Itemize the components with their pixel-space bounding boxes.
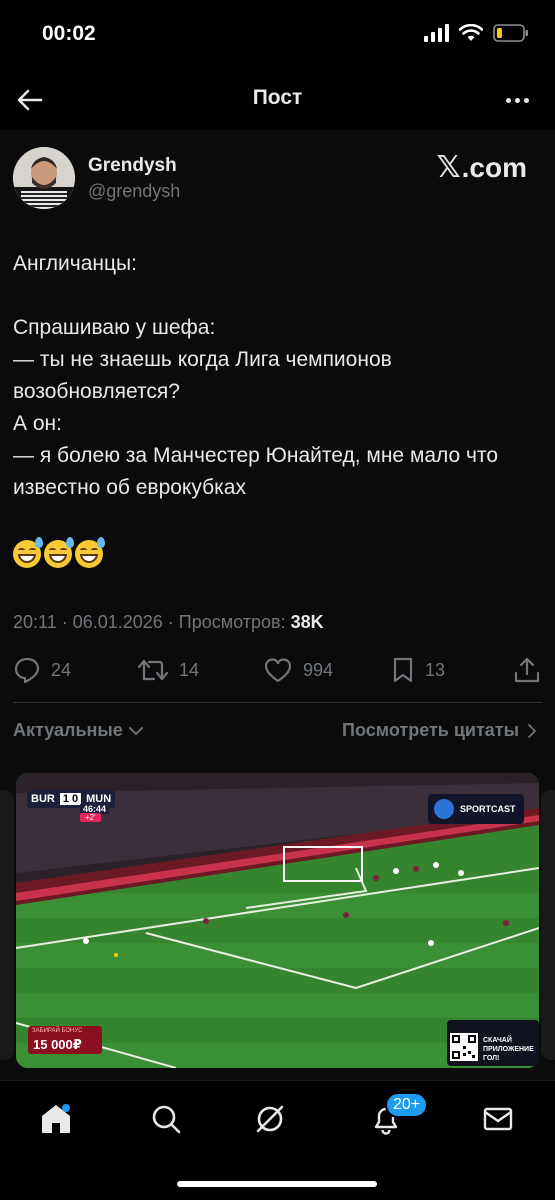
chevron-down-icon [128, 726, 143, 735]
views-count: 38K [290, 612, 324, 632]
sort-relevant-dropdown[interactable]: Актуальные [13, 720, 143, 741]
bookmark-button[interactable]: 13 [391, 656, 445, 684]
author-handle[interactable]: @grendysh [88, 181, 180, 202]
source-badge: 𝕏 .com [436, 150, 527, 185]
post-text: Англичанцы: Спрашиваю у шефа: — ты не зн… [13, 252, 499, 499]
repost-button[interactable]: 14 [137, 656, 199, 684]
status-bar: 00:02 [0, 0, 555, 70]
view-quotes-label: Посмотреть цитаты [342, 720, 519, 740]
like-button[interactable]: 994 [263, 656, 333, 684]
broadcaster-logo: SPORTCAST [428, 794, 524, 824]
added-time: +2' [80, 813, 101, 822]
like-count: 994 [303, 659, 334, 680]
repost-icon [137, 659, 169, 681]
more-dot-icon [523, 97, 529, 103]
promo-amount: 15 000₽ [33, 1037, 82, 1052]
view-quotes-link[interactable]: Посмотреть цитаты [342, 720, 537, 741]
promo-banner: ЗАБИРАЙ БОНУС 15 000₽ [28, 1026, 102, 1054]
nav-bar: Пост [0, 70, 555, 130]
cellular-signal-icon [424, 24, 449, 42]
repost-count: 14 [179, 659, 200, 680]
source-label: .com [461, 151, 527, 183]
post-meta: 20:11 · 06.01.2026 · Просмотров: 38K [13, 612, 324, 633]
notifications-badge: 20+ [385, 1092, 429, 1118]
sort-relevant-label: Актуальные [13, 720, 123, 740]
share-button[interactable] [513, 656, 541, 684]
grok-icon [256, 1105, 284, 1133]
mail-icon [483, 1107, 513, 1131]
wifi-icon [459, 24, 483, 41]
reply-edge-right [541, 790, 555, 1060]
avatar[interactable] [13, 147, 75, 209]
reply-edge-left [0, 790, 14, 1060]
grinning-sweat-emoji-icon [75, 537, 105, 568]
bookmark-icon [393, 657, 413, 683]
heart-icon [264, 658, 292, 683]
qr-caption: СКАЧАЙ ПРИЛОЖЕНИЕ ГОЛ! [483, 1037, 534, 1062]
broadcaster-label: SPORTCAST [460, 804, 516, 814]
status-time: 00:02 [42, 22, 96, 45]
share-icon [514, 657, 540, 683]
x-logo-icon: 𝕏 [436, 150, 461, 185]
search-icon [152, 1105, 181, 1134]
post-timestamp: 20:11 · 06.01.2026 · Просмотров: [13, 612, 291, 632]
home-icon [42, 1104, 70, 1133]
more-options-button[interactable] [501, 84, 533, 116]
emoji-row [13, 537, 105, 568]
reply-count: 24 [51, 659, 72, 680]
grinning-sweat-emoji-icon [13, 537, 43, 568]
more-dot-icon [505, 97, 511, 103]
status-icons [423, 24, 529, 42]
tab-grok[interactable] [250, 1099, 290, 1139]
reply-icon [14, 657, 40, 684]
tab-search[interactable] [146, 1099, 186, 1139]
reply-button[interactable]: 24 [13, 656, 71, 684]
grinning-sweat-emoji-icon [44, 537, 74, 568]
home-team-label: BUR [31, 793, 55, 805]
score-label: 1 0 [59, 793, 82, 805]
sportcast-logo-icon [434, 799, 454, 819]
battery-icon [493, 24, 528, 42]
page-title: Пост [252, 86, 303, 109]
post-actions: 24 14 994 13 [13, 656, 543, 690]
tab-messages[interactable] [478, 1099, 518, 1139]
qr-code-icon [450, 1033, 478, 1061]
promo-caption: ЗАБИРАЙ БОНУС [32, 1028, 83, 1034]
avatar-portrait-icon [13, 147, 75, 209]
divider [13, 702, 542, 703]
home-indicator [177, 1181, 377, 1187]
chevron-right-icon [528, 723, 536, 738]
bookmark-count: 13 [425, 659, 446, 680]
tab-home[interactable] [36, 1099, 76, 1139]
more-dot-icon [514, 97, 520, 103]
author-name[interactable]: Grendysh [88, 155, 177, 177]
